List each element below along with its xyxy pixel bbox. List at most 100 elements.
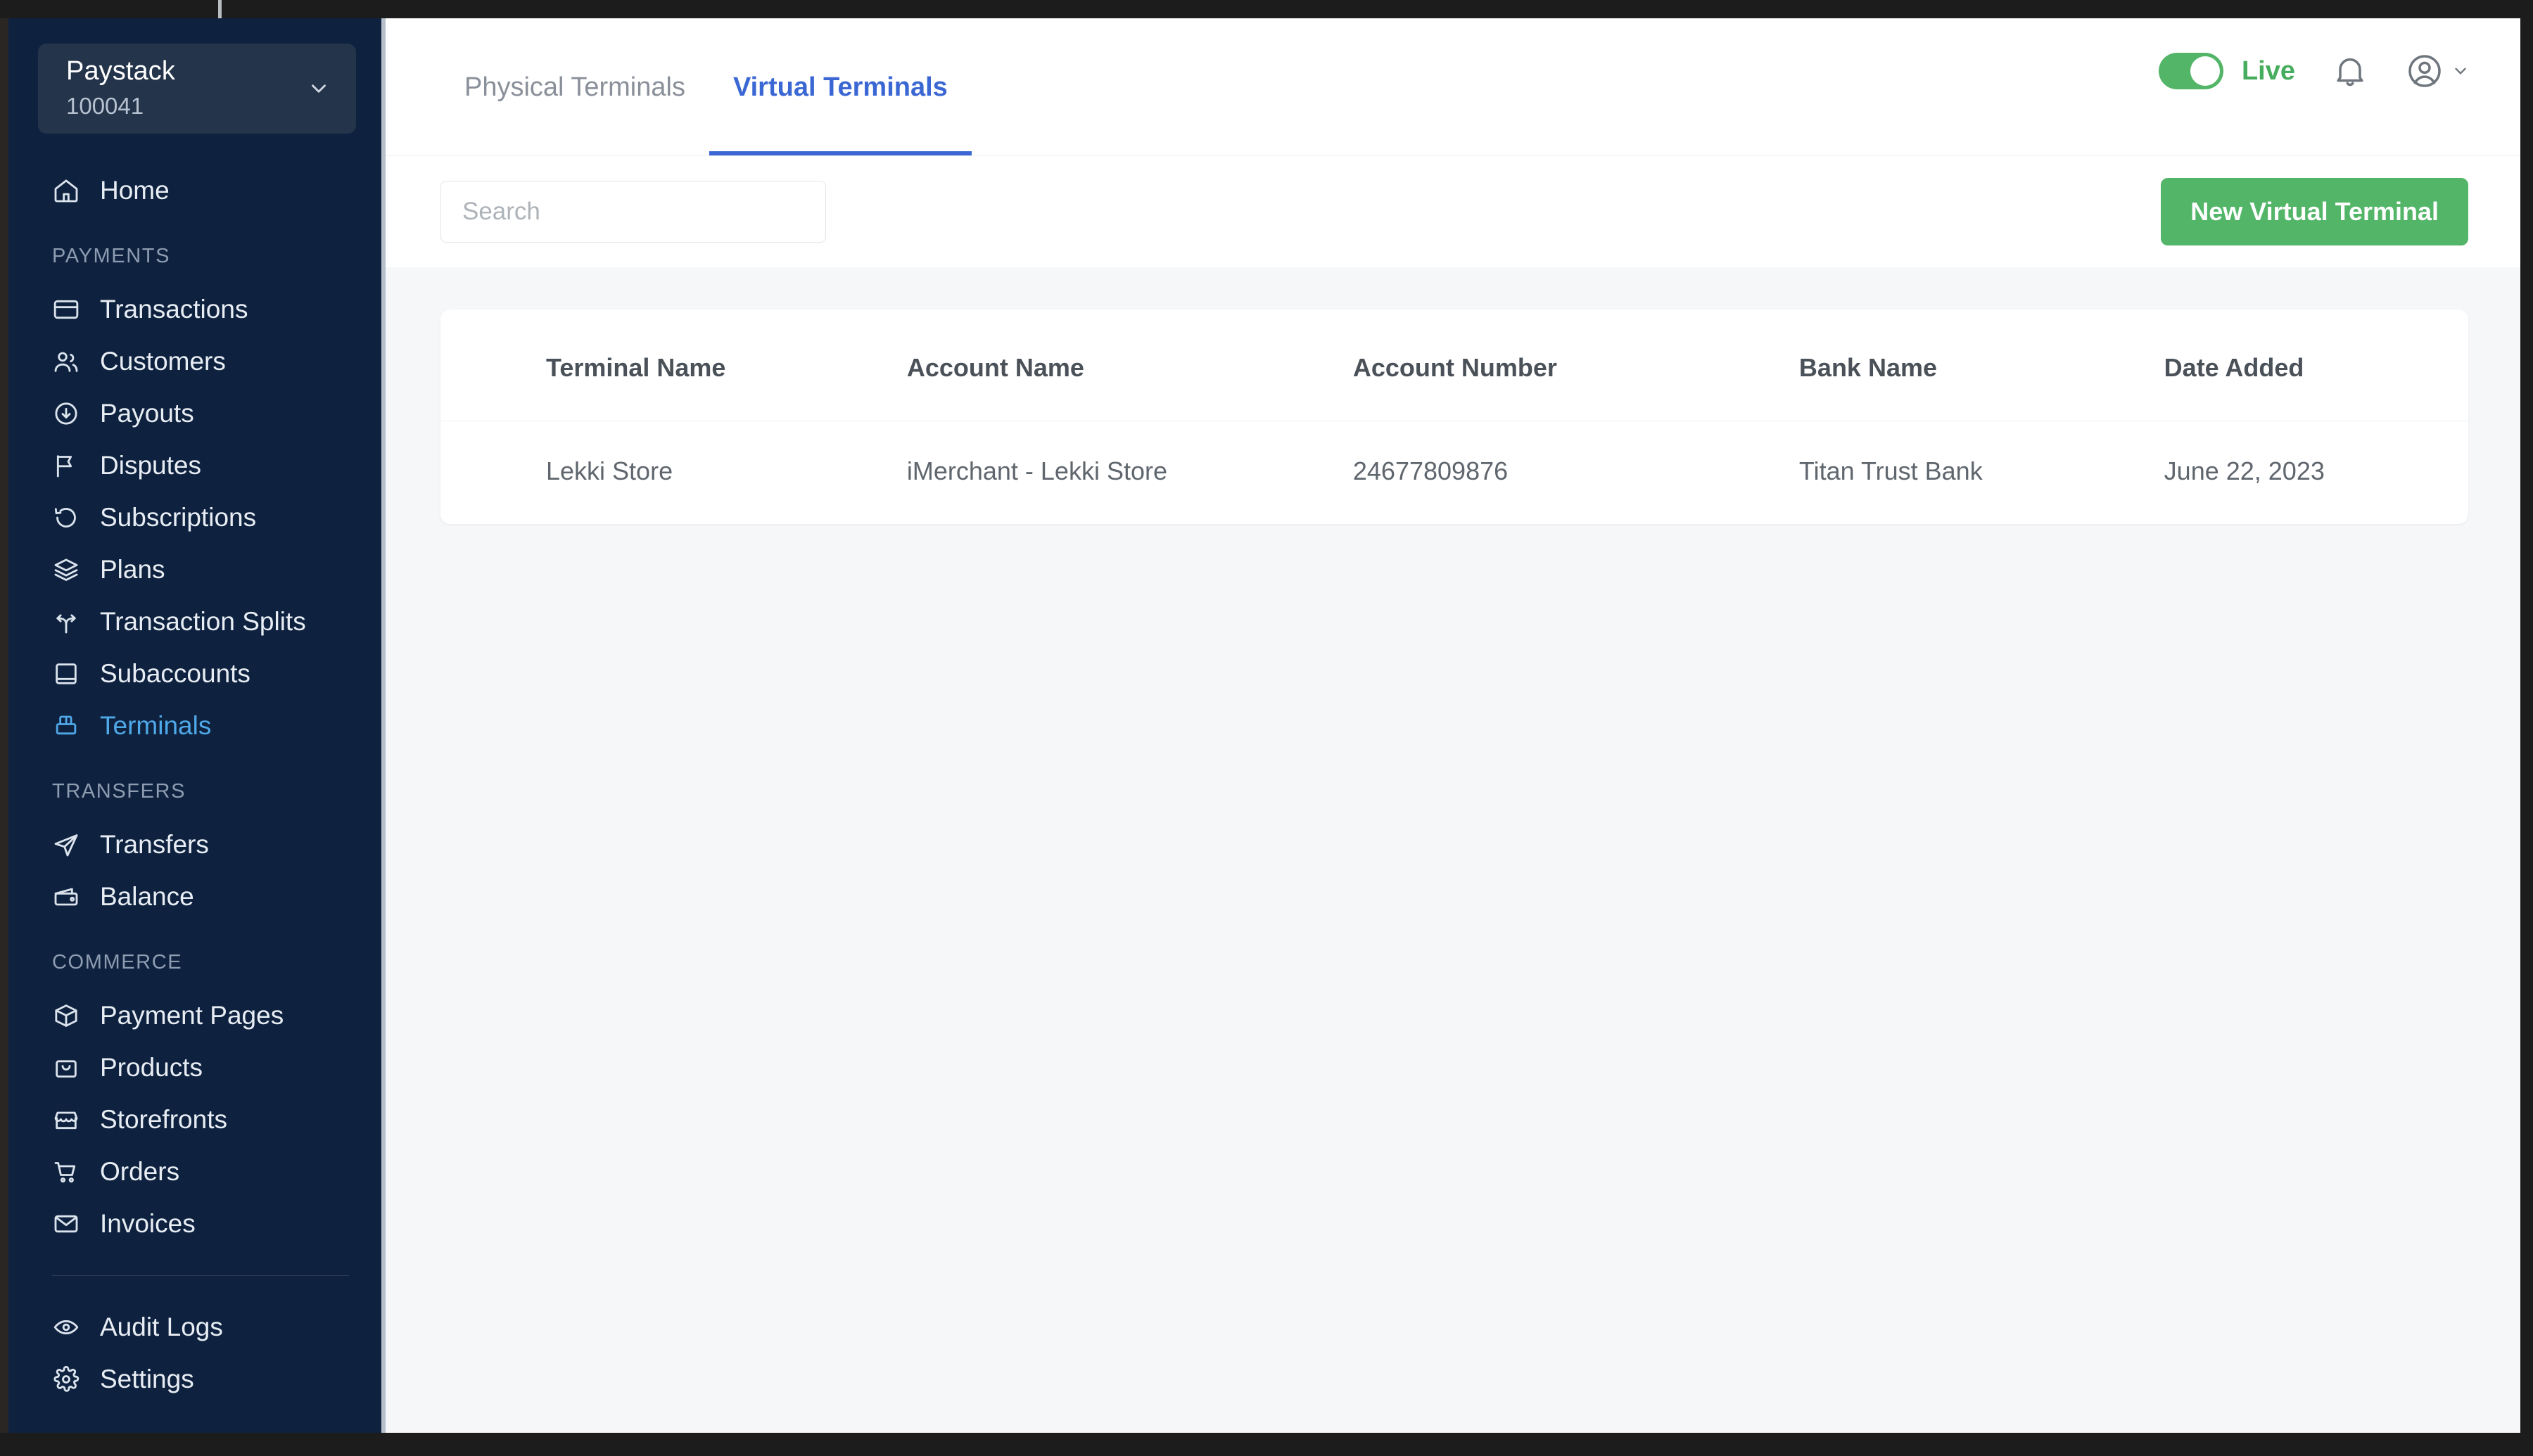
content-area: Terminal Name Account Name Account Numbe… — [386, 267, 2520, 1433]
sidebar-item-label: Transactions — [100, 295, 248, 324]
sidebar-item-label: Plans — [100, 555, 165, 584]
sidebar-item-label: Disputes — [100, 451, 201, 480]
sidebar-item-payment-pages[interactable]: Payment Pages — [8, 990, 386, 1042]
bell-icon[interactable] — [2330, 51, 2370, 91]
toggle-knob — [2190, 56, 2220, 86]
window-left-edge — [0, 18, 8, 1433]
sidebar-item-label: Terminals — [100, 711, 212, 740]
sidebar-item-label: Invoices — [100, 1209, 196, 1238]
sidebar-item-label: Settings — [100, 1365, 194, 1393]
sidebar-item-transaction-splits[interactable]: Transaction Splits — [8, 596, 386, 648]
column-header-terminal-name: Terminal Name — [546, 353, 726, 382]
tab-virtual-terminals[interactable]: Virtual Terminals — [709, 18, 972, 156]
search-input[interactable] — [440, 181, 826, 243]
account-switcher-text: Paystack 100041 — [66, 55, 175, 122]
account-menu[interactable] — [2405, 51, 2470, 91]
sidebar-item-home[interactable]: Home — [8, 165, 386, 217]
sidebar-item-plans[interactable]: Plans — [8, 544, 386, 596]
toolbar: New Virtual Terminal — [386, 156, 2520, 267]
column-header-date-added: Date Added — [2164, 353, 2304, 382]
sidebar-item-products[interactable]: Products — [8, 1042, 386, 1094]
sidebar-section-commerce-label: COMMERCE — [52, 951, 183, 973]
layers-icon — [54, 558, 78, 581]
sidebar-item-label: Subaccounts — [100, 659, 250, 688]
sidebar-item-label: Customers — [100, 347, 226, 376]
split-arrows-icon — [56, 614, 76, 634]
table-row[interactable]: Lekki Store iMerchant - Lekki Store 2467… — [440, 421, 2468, 524]
basket-icon — [56, 1060, 77, 1078]
account-name: Paystack — [66, 56, 175, 86]
refresh-icon — [54, 508, 76, 528]
sidebar-item-payouts[interactable]: Payouts — [8, 388, 386, 440]
store-icon — [54, 1111, 78, 1130]
eye-icon — [53, 1320, 79, 1335]
new-virtual-terminal-button[interactable]: New Virtual Terminal — [2161, 178, 2468, 245]
chevron-down-icon[interactable] — [2451, 62, 2470, 80]
cell-terminal-name: Lekki Store — [440, 421, 907, 524]
terminal-tabs: Physical Terminals Virtual Terminals — [440, 18, 972, 156]
sidebar-nav: Home PAYMENTS Transactions Customers Pay… — [8, 165, 386, 1405]
column-header-account-name: Account Name — [906, 353, 1084, 382]
window-right-edge — [2520, 18, 2533, 1433]
app-root: Paystack 100041 Home PAYMENTS Transactio… — [8, 18, 2520, 1433]
users-icon — [54, 352, 78, 372]
sidebar-item-label: Payouts — [100, 399, 194, 428]
download-circle-icon — [55, 402, 77, 425]
chevron-down-icon — [312, 84, 326, 93]
sidebar-item-label: Home — [100, 176, 170, 205]
sidebar-item-terminals[interactable]: Terminals — [8, 700, 386, 752]
sidebar-item-storefronts[interactable]: Storefronts — [8, 1094, 386, 1146]
os-window-frame: Paystack 100041 Home PAYMENTS Transactio… — [0, 0, 2533, 1456]
live-mode-toggle[interactable]: Live — [2158, 53, 2295, 89]
virtual-terminals-card: Terminal Name Account Name Account Numbe… — [440, 309, 2468, 524]
sidebar-item-label: Payment Pages — [100, 1001, 284, 1030]
sidebar-item-settings[interactable]: Settings — [8, 1353, 386, 1405]
sidebar-section-payments-label: PAYMENTS — [52, 245, 171, 267]
window-titlebar — [0, 0, 2533, 18]
sidebar-item-transfers[interactable]: Transfers — [8, 819, 386, 871]
sidebar-item-label: Orders — [100, 1157, 180, 1186]
live-mode-label: Live — [2241, 56, 2295, 86]
sidebar-item-audit-logs[interactable]: Audit Logs — [8, 1301, 386, 1353]
sidebar-item-orders[interactable]: Orders — [8, 1146, 386, 1198]
home-icon — [54, 179, 78, 203]
column-header-bank-name: Bank Name — [1798, 353, 1938, 382]
account-switcher[interactable]: Paystack 100041 — [38, 44, 356, 134]
main-content: Physical Terminals Virtual Terminals Liv… — [386, 18, 2520, 1433]
terminal-pos-icon — [56, 715, 77, 735]
sidebar-section-transfers-label: TRANSFERS — [52, 780, 186, 803]
box-icon — [55, 1004, 77, 1027]
sidebar-item-subaccounts[interactable]: Subaccounts — [8, 648, 386, 700]
sidebar-item-balance[interactable]: Balance — [8, 871, 386, 923]
sidebar-item-invoices[interactable]: Invoices — [8, 1198, 386, 1250]
window-notch — [218, 0, 222, 18]
sidebar-scrollbar[interactable] — [381, 18, 386, 1433]
cell-account-name: iMerchant - Lekki Store — [906, 421, 1353, 524]
envelope-icon — [54, 1215, 78, 1233]
account-id: 100041 — [66, 93, 144, 120]
sidebar-item-subscriptions[interactable]: Subscriptions — [8, 492, 386, 544]
sidebar-item-transactions[interactable]: Transactions — [8, 283, 386, 336]
sidebar-item-label: Balance — [100, 882, 194, 911]
toggle-track[interactable] — [2158, 53, 2223, 89]
credit-card-icon — [53, 300, 79, 319]
sidebar-item-label: Audit Logs — [100, 1313, 223, 1341]
sidebar-item-disputes[interactable]: Disputes — [8, 440, 386, 492]
window-bottom-edge — [0, 1433, 2533, 1456]
sidebar-item-label: Subscriptions — [100, 503, 257, 532]
table-header: Terminal Name Account Name Account Numbe… — [440, 309, 2468, 421]
wallet-icon — [54, 888, 78, 906]
tab-physical-terminals[interactable]: Physical Terminals — [440, 18, 709, 156]
sidebar-item-customers[interactable]: Customers — [8, 336, 386, 388]
flag-icon — [56, 455, 72, 478]
shopping-cart-icon — [54, 1162, 76, 1183]
user-circle-icon[interactable] — [2405, 51, 2444, 91]
sidebar-item-label: Transfers — [100, 830, 209, 859]
sidebar-item-label: Storefronts — [100, 1105, 227, 1134]
sidebar-item-label: Products — [100, 1053, 203, 1082]
table-header-row: Terminal Name Account Name Account Numbe… — [440, 309, 2468, 421]
sidebar-divider — [52, 1275, 349, 1276]
topbar: Physical Terminals Virtual Terminals Liv… — [386, 18, 2520, 156]
sidebar-item-label: Transaction Splits — [100, 607, 306, 636]
send-icon — [54, 834, 78, 857]
